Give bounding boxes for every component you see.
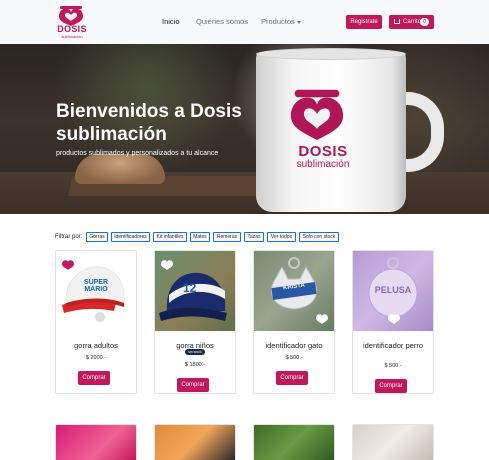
dosis-mini-logo-icon	[316, 314, 328, 324]
dosis-mini-logo-icon	[62, 260, 74, 270]
product-card-gorra-adultos: SUPER MARIO gorra adultos $ 2000.- Compr…	[55, 250, 137, 394]
filter-chip-mates[interactable]: Mates	[190, 232, 210, 242]
mug-logo-icon	[290, 89, 344, 141]
product-card-identificador-gato: KRISTA identificador gato $ 500.- Compra…	[253, 250, 335, 394]
product-price: $ 2000.-	[85, 355, 107, 361]
product-card-partial-2[interactable]	[154, 424, 236, 460]
mug-rim	[256, 48, 406, 60]
product-price: $ 500.-	[384, 363, 402, 369]
product-card-partial-4[interactable]	[352, 424, 434, 460]
hero-subtitle: productos sublimados y personalizados a …	[56, 150, 219, 157]
filter-chip-identificadores[interactable]: Identificadores	[111, 232, 150, 242]
dosis-mini-logo-icon	[388, 314, 400, 324]
product-price: $ 500.-	[285, 355, 303, 361]
mug-brand-tagline: sublimación	[296, 159, 350, 170]
product-image-identificador-gato[interactable]: KRISTA	[254, 251, 334, 331]
nav-link-inicio[interactable]: Inicio	[162, 17, 180, 26]
product-card-identificador-perro: PELUSA identificador perro $ 500.- Compr…	[352, 250, 434, 394]
buy-button[interactable]: Comprar	[375, 379, 407, 393]
stock-badge: sin stock	[185, 349, 205, 355]
product-card-partial-1[interactable]	[55, 424, 137, 460]
dog-tag-name: PELUSA	[374, 285, 412, 295]
cap-print-text: SUPER MARIO	[83, 279, 109, 293]
mug-brand-name: DOSIS	[298, 143, 348, 160]
product-price: $ 1800.-	[184, 362, 206, 368]
buy-button[interactable]: Comprar	[276, 371, 308, 385]
product-title: identificador gato	[265, 341, 323, 350]
product-title: gorra adultos	[74, 341, 118, 350]
navbar: DOSIS sublimación Inicio Quiénes somos P…	[0, 0, 489, 44]
filter-chip-tazas[interactable]: Tazas	[244, 232, 264, 242]
cart-button[interactable]: Carrito 0	[389, 15, 434, 29]
filter-chip-solo-con-stock[interactable]: Solo con stock	[299, 232, 339, 242]
product-title: identificador perro	[362, 341, 424, 350]
buy-button[interactable]: Comprar	[177, 378, 209, 392]
brand-tagline: sublimación	[61, 34, 83, 39]
nav-link-productos-label: Productos	[261, 17, 295, 26]
product-image-gorra-adultos[interactable]: SUPER MARIO	[56, 251, 136, 331]
product-card-partial-3[interactable]	[253, 424, 335, 460]
nav-link-quienes-somos[interactable]: Quiénes somos	[196, 17, 248, 26]
filter-chip-kit-infantiles[interactable]: Kit infantiles	[153, 232, 187, 242]
brand-name: DOSIS	[57, 24, 87, 34]
cart-count-badge: 0	[420, 18, 429, 26]
filter-chip-remeras[interactable]: Remeras	[213, 232, 241, 242]
hero-bread	[75, 154, 165, 184]
kids-cap-number: 12	[183, 281, 197, 295]
product-image-gorra-ninos[interactable]: 12	[155, 251, 235, 331]
filter-label: Filtrar por:	[55, 234, 83, 240]
filter-chip-gorras[interactable]: Gorras	[86, 232, 108, 242]
hero-title: Bienvenidos a Dosis sublimación	[56, 101, 242, 145]
nav-link-productos[interactable]: Productos	[261, 17, 301, 26]
dosis-mini-logo-icon	[161, 260, 173, 270]
product-image-identificador-perro[interactable]: PELUSA	[353, 251, 433, 331]
cart-icon	[394, 19, 400, 24]
chevron-down-icon	[296, 20, 301, 24]
buy-button[interactable]: Comprar	[78, 371, 110, 385]
product-card-gorra-ninos: 12 gorra niños sin stock $ 1800.- Compra…	[154, 250, 236, 394]
register-button[interactable]: Registrate	[346, 15, 382, 29]
cart-label: Carrito	[403, 19, 422, 25]
filter-chip-ver-todos[interactable]: Ver todos	[267, 232, 296, 242]
